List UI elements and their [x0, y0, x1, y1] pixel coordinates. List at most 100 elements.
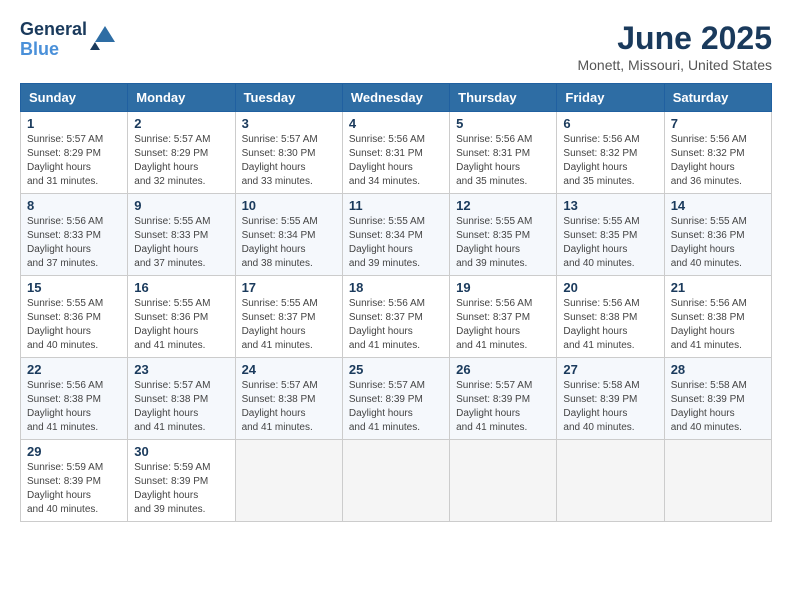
column-header-friday: Friday [557, 84, 664, 112]
day-cell: 12 Sunrise: 5:55 AM Sunset: 8:35 PM Dayl… [450, 194, 557, 276]
day-cell: 15 Sunrise: 5:55 AM Sunset: 8:36 PM Dayl… [21, 276, 128, 358]
day-info: Sunrise: 5:55 AM Sunset: 8:34 PM Dayligh… [242, 215, 336, 271]
day-number: 26 [456, 362, 550, 377]
column-header-wednesday: Wednesday [342, 84, 449, 112]
week-row-3: 15 Sunrise: 5:55 AM Sunset: 8:36 PM Dayl… [21, 276, 772, 358]
day-info: Sunrise: 5:57 AM Sunset: 8:29 PM Dayligh… [134, 133, 228, 189]
day-number: 1 [27, 116, 121, 131]
day-number: 15 [27, 280, 121, 295]
day-cell [450, 440, 557, 522]
day-info: Sunrise: 5:56 AM Sunset: 8:31 PM Dayligh… [349, 133, 443, 189]
column-header-saturday: Saturday [664, 84, 771, 112]
day-info: Sunrise: 5:55 AM Sunset: 8:34 PM Dayligh… [349, 215, 443, 271]
day-number: 29 [27, 444, 121, 459]
day-info: Sunrise: 5:57 AM Sunset: 8:29 PM Dayligh… [27, 133, 121, 189]
day-info: Sunrise: 5:57 AM Sunset: 8:39 PM Dayligh… [349, 379, 443, 435]
day-number: 22 [27, 362, 121, 377]
day-number: 25 [349, 362, 443, 377]
day-info: Sunrise: 5:55 AM Sunset: 8:35 PM Dayligh… [563, 215, 657, 271]
week-row-4: 22 Sunrise: 5:56 AM Sunset: 8:38 PM Dayl… [21, 358, 772, 440]
day-cell: 18 Sunrise: 5:56 AM Sunset: 8:37 PM Dayl… [342, 276, 449, 358]
day-cell: 22 Sunrise: 5:56 AM Sunset: 8:38 PM Dayl… [21, 358, 128, 440]
day-number: 13 [563, 198, 657, 213]
day-cell: 4 Sunrise: 5:56 AM Sunset: 8:31 PM Dayli… [342, 112, 449, 194]
day-info: Sunrise: 5:56 AM Sunset: 8:38 PM Dayligh… [27, 379, 121, 435]
day-info: Sunrise: 5:59 AM Sunset: 8:39 PM Dayligh… [134, 461, 228, 517]
day-number: 18 [349, 280, 443, 295]
day-number: 21 [671, 280, 765, 295]
day-cell [664, 440, 771, 522]
day-cell: 25 Sunrise: 5:57 AM Sunset: 8:39 PM Dayl… [342, 358, 449, 440]
day-cell [557, 440, 664, 522]
day-number: 4 [349, 116, 443, 131]
week-row-2: 8 Sunrise: 5:56 AM Sunset: 8:33 PM Dayli… [21, 194, 772, 276]
day-info: Sunrise: 5:55 AM Sunset: 8:33 PM Dayligh… [134, 215, 228, 271]
day-cell: 19 Sunrise: 5:56 AM Sunset: 8:37 PM Dayl… [450, 276, 557, 358]
day-cell: 10 Sunrise: 5:55 AM Sunset: 8:34 PM Dayl… [235, 194, 342, 276]
day-number: 6 [563, 116, 657, 131]
logo-icon [90, 22, 120, 50]
calendar-header-row: SundayMondayTuesdayWednesdayThursdayFrid… [21, 84, 772, 112]
day-info: Sunrise: 5:57 AM Sunset: 8:30 PM Dayligh… [242, 133, 336, 189]
day-cell [235, 440, 342, 522]
logo: GeneralBlue [20, 20, 120, 60]
day-number: 3 [242, 116, 336, 131]
day-cell: 3 Sunrise: 5:57 AM Sunset: 8:30 PM Dayli… [235, 112, 342, 194]
day-cell: 21 Sunrise: 5:56 AM Sunset: 8:38 PM Dayl… [664, 276, 771, 358]
day-info: Sunrise: 5:56 AM Sunset: 8:37 PM Dayligh… [349, 297, 443, 353]
day-info: Sunrise: 5:59 AM Sunset: 8:39 PM Dayligh… [27, 461, 121, 517]
day-cell: 30 Sunrise: 5:59 AM Sunset: 8:39 PM Dayl… [128, 440, 235, 522]
day-info: Sunrise: 5:56 AM Sunset: 8:38 PM Dayligh… [671, 297, 765, 353]
day-info: Sunrise: 5:57 AM Sunset: 8:38 PM Dayligh… [134, 379, 228, 435]
day-info: Sunrise: 5:55 AM Sunset: 8:36 PM Dayligh… [27, 297, 121, 353]
day-number: 12 [456, 198, 550, 213]
day-number: 11 [349, 198, 443, 213]
day-info: Sunrise: 5:56 AM Sunset: 8:32 PM Dayligh… [671, 133, 765, 189]
day-info: Sunrise: 5:57 AM Sunset: 8:39 PM Dayligh… [456, 379, 550, 435]
day-cell: 24 Sunrise: 5:57 AM Sunset: 8:38 PM Dayl… [235, 358, 342, 440]
page-header: GeneralBlue June 2025 Monett, Missouri, … [20, 20, 772, 73]
day-number: 23 [134, 362, 228, 377]
day-cell: 6 Sunrise: 5:56 AM Sunset: 8:32 PM Dayli… [557, 112, 664, 194]
column-header-monday: Monday [128, 84, 235, 112]
column-header-thursday: Thursday [450, 84, 557, 112]
day-number: 14 [671, 198, 765, 213]
location: Monett, Missouri, United States [577, 57, 772, 73]
day-cell: 17 Sunrise: 5:55 AM Sunset: 8:37 PM Dayl… [235, 276, 342, 358]
calendar-table: SundayMondayTuesdayWednesdayThursdayFrid… [20, 83, 772, 522]
day-cell: 2 Sunrise: 5:57 AM Sunset: 8:29 PM Dayli… [128, 112, 235, 194]
day-number: 9 [134, 198, 228, 213]
day-cell: 8 Sunrise: 5:56 AM Sunset: 8:33 PM Dayli… [21, 194, 128, 276]
week-row-5: 29 Sunrise: 5:59 AM Sunset: 8:39 PM Dayl… [21, 440, 772, 522]
day-info: Sunrise: 5:56 AM Sunset: 8:33 PM Dayligh… [27, 215, 121, 271]
day-number: 20 [563, 280, 657, 295]
day-number: 28 [671, 362, 765, 377]
day-number: 10 [242, 198, 336, 213]
day-cell: 1 Sunrise: 5:57 AM Sunset: 8:29 PM Dayli… [21, 112, 128, 194]
day-cell: 11 Sunrise: 5:55 AM Sunset: 8:34 PM Dayl… [342, 194, 449, 276]
day-cell: 7 Sunrise: 5:56 AM Sunset: 8:32 PM Dayli… [664, 112, 771, 194]
day-number: 27 [563, 362, 657, 377]
day-info: Sunrise: 5:56 AM Sunset: 8:38 PM Dayligh… [563, 297, 657, 353]
day-number: 30 [134, 444, 228, 459]
week-row-1: 1 Sunrise: 5:57 AM Sunset: 8:29 PM Dayli… [21, 112, 772, 194]
title-section: June 2025 Monett, Missouri, United State… [577, 20, 772, 73]
day-info: Sunrise: 5:56 AM Sunset: 8:37 PM Dayligh… [456, 297, 550, 353]
day-info: Sunrise: 5:55 AM Sunset: 8:37 PM Dayligh… [242, 297, 336, 353]
day-number: 16 [134, 280, 228, 295]
day-number: 5 [456, 116, 550, 131]
day-cell: 5 Sunrise: 5:56 AM Sunset: 8:31 PM Dayli… [450, 112, 557, 194]
day-cell: 23 Sunrise: 5:57 AM Sunset: 8:38 PM Dayl… [128, 358, 235, 440]
day-info: Sunrise: 5:55 AM Sunset: 8:36 PM Dayligh… [671, 215, 765, 271]
column-header-sunday: Sunday [21, 84, 128, 112]
month-title: June 2025 [577, 20, 772, 57]
day-cell: 14 Sunrise: 5:55 AM Sunset: 8:36 PM Dayl… [664, 194, 771, 276]
day-number: 7 [671, 116, 765, 131]
day-info: Sunrise: 5:56 AM Sunset: 8:32 PM Dayligh… [563, 133, 657, 189]
day-info: Sunrise: 5:56 AM Sunset: 8:31 PM Dayligh… [456, 133, 550, 189]
day-number: 8 [27, 198, 121, 213]
day-number: 19 [456, 280, 550, 295]
day-info: Sunrise: 5:58 AM Sunset: 8:39 PM Dayligh… [671, 379, 765, 435]
logo-text: GeneralBlue [20, 20, 87, 60]
day-cell [342, 440, 449, 522]
